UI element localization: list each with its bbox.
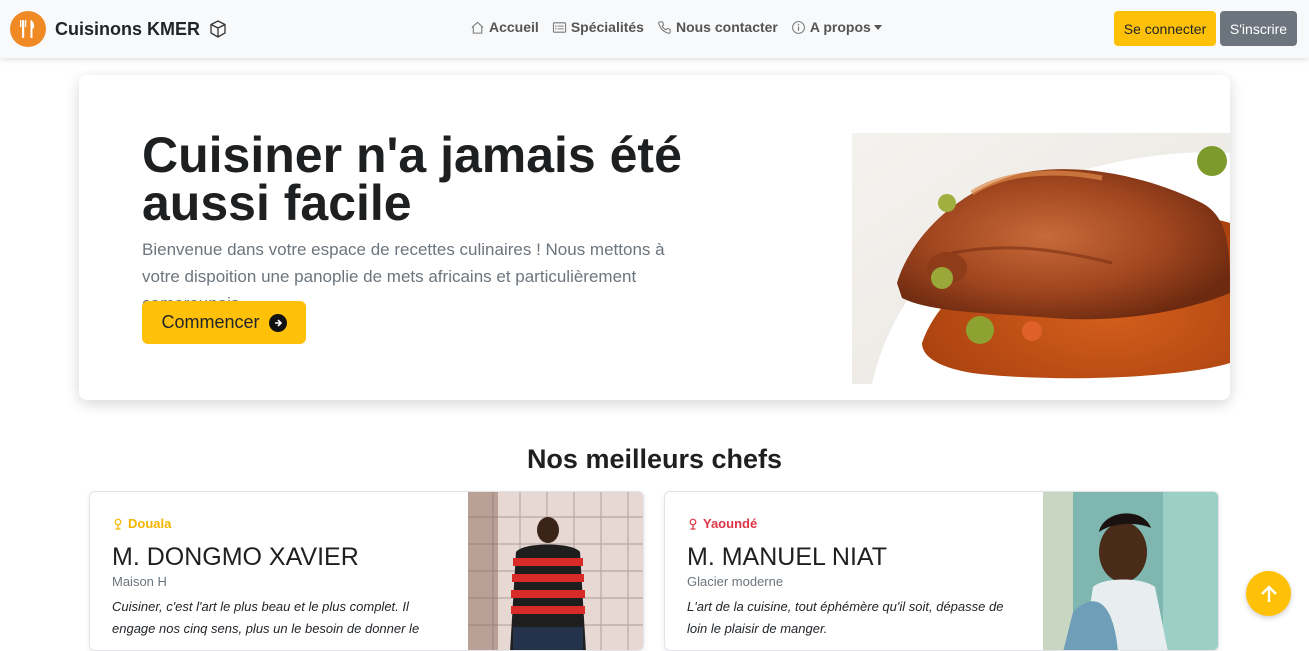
chef-city: Yaoundé bbox=[687, 516, 757, 531]
nav-item-label: Spécialités bbox=[570, 19, 644, 35]
nav-item-label: Accueil bbox=[489, 19, 539, 35]
brand-title: Cuisinons KMER bbox=[55, 18, 201, 39]
chef-photo bbox=[1043, 492, 1218, 650]
nav-item-apropos[interactable]: A propos bbox=[791, 19, 882, 35]
signup-button[interactable]: S'inscrire bbox=[1220, 11, 1297, 46]
nav-links: Accueil Spécialités Nous contacter A pro… bbox=[470, 19, 895, 35]
chef-card[interactable]: Yaoundé M. MANUEL NIAT Glacier moderne L… bbox=[664, 491, 1219, 651]
chef-shop: Glacier moderne bbox=[687, 574, 784, 589]
chef-quote: L'art de la cuisine, tout éphémère qu'il… bbox=[687, 599, 1004, 636]
chef-city-label: Douala bbox=[128, 516, 172, 531]
hero-title: Cuisiner n'a jamais été aussi facile bbox=[142, 127, 682, 231]
nav-item-label: Nous contacter bbox=[675, 19, 778, 35]
chevron-down-icon bbox=[873, 24, 882, 30]
login-button[interactable]: Se connecter bbox=[1114, 11, 1216, 46]
hero-card: Cuisiner n'a jamais été aussi facile Bie… bbox=[79, 75, 1230, 400]
nav-item-accueil[interactable]: Accueil bbox=[470, 19, 539, 35]
card-list-icon bbox=[552, 21, 566, 33]
arrow-up-icon bbox=[1260, 584, 1277, 602]
chef-quote: Cuisiner, c'est l'art le plus beau et le… bbox=[112, 599, 420, 636]
nav-item-label: A propos bbox=[809, 19, 871, 35]
house-icon bbox=[471, 21, 484, 34]
chef-city-label: Yaoundé bbox=[703, 516, 758, 531]
cube-icon bbox=[210, 20, 226, 38]
chef-name: M. DONGMO XAVIER bbox=[112, 543, 359, 571]
chef-photo bbox=[468, 492, 643, 650]
arrow-right-circle-icon bbox=[268, 313, 287, 332]
chef-shop: Maison H bbox=[112, 574, 167, 589]
nav-item-contact[interactable]: Nous contacter bbox=[657, 19, 778, 35]
navbar: Cuisinons KMER Accueil Spécialités Nous … bbox=[0, 0, 1309, 58]
start-button-label: Commencer bbox=[161, 312, 260, 332]
info-circle-icon bbox=[791, 20, 805, 34]
chef-card[interactable]: Douala M. DONGMO XAVIER Maison H Cuisine… bbox=[89, 491, 644, 651]
brand[interactable]: Cuisinons KMER bbox=[10, 11, 228, 47]
scroll-to-top-button[interactable] bbox=[1246, 571, 1291, 616]
section-title: Nos meilleurs chefs bbox=[526, 444, 783, 474]
telephone-icon bbox=[658, 20, 671, 34]
geo-pin-icon bbox=[689, 518, 697, 530]
chef-name: M. MANUEL NIAT bbox=[687, 543, 888, 571]
geo-pin-icon bbox=[114, 518, 122, 530]
nav-item-specialites[interactable]: Spécialités bbox=[552, 19, 644, 35]
dish-image bbox=[852, 133, 1230, 384]
chef-city: Douala bbox=[112, 516, 171, 531]
utensils-icon bbox=[10, 11, 46, 47]
start-button[interactable]: Commencer bbox=[142, 301, 306, 344]
